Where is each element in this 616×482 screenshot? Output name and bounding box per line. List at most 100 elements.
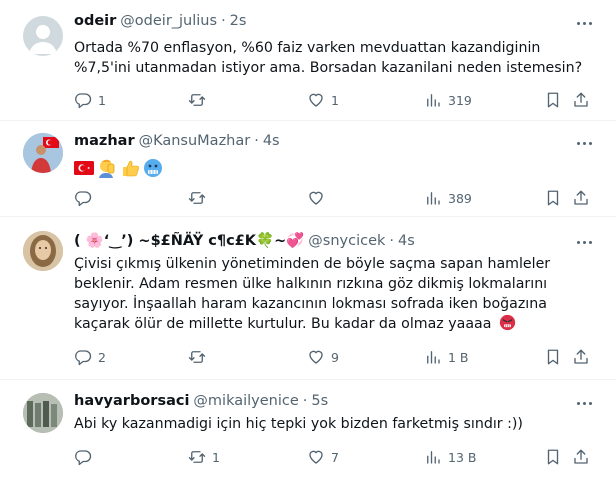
cold-face-icon [144,159,162,177]
more-options-icon[interactable] [574,133,594,153]
display-name[interactable]: ( 🌸‘‿’) ~$£ÑÄŸ c¶c£K🍀~💞 [74,232,304,249]
tweet[interactable]: ( 🌸‘‿’) ~$£ÑÄŸ c¶c£K🍀~💞 @snycicek · 4s Ç… [0,217,616,380]
bookmark-button[interactable] [544,90,562,110]
user-photo-icon [23,133,63,173]
tweet-header: havyarborsaci @mikailyenice · 5s [74,393,328,413]
views-icon [424,448,442,466]
retweet-count: 1 [212,449,220,465]
reply-button[interactable]: 2 [74,347,106,367]
like-icon [307,348,325,366]
separator-dot: · [389,233,395,249]
views-button[interactable]: 13 B [424,447,476,467]
turkey-flag-icon [74,161,94,175]
retweet-icon [188,348,206,366]
bookmark-button[interactable] [544,188,562,208]
views-button[interactable]: 319 [424,90,472,110]
retweet-icon [188,448,206,466]
like-count: 7 [331,449,339,465]
display-name[interactable]: havyarborsaci [74,393,189,409]
tweet-text: Ortada %70 enflasyon, %60 faiz varken me… [74,40,583,76]
avatar[interactable] [23,393,63,433]
tweet-header: ( 🌸‘‿’) ~$£ÑÄŸ c¶c£K🍀~💞 @snycicek · 4s [74,232,415,252]
like-icon [307,189,325,207]
tweet-text: Çivisi çıkmış ülkenin yönetiminden de bö… [74,256,551,332]
tweet-header: odeir @odeir_julius · 2s [74,13,246,33]
views-icon [424,348,442,366]
bookmark-icon [544,189,562,207]
retweet-button[interactable] [188,347,212,367]
user-handle[interactable]: @mikailyenice [193,393,298,409]
views-button[interactable]: 389 [424,188,472,208]
like-button[interactable]: 7 [307,447,339,467]
tweet-header: mazhar @KansuMazhar · 4s [74,133,280,153]
retweet-button[interactable] [188,188,212,208]
separator-dot: · [254,133,259,149]
avatar[interactable] [23,133,63,173]
reply-icon [74,448,92,466]
user-handle[interactable]: @odeir_julius [120,13,217,29]
views-count: 389 [448,190,472,206]
tweet-emoji-row [74,157,594,179]
timestamp[interactable]: 4s [398,233,415,249]
tweet-text: Abi ky kazanmadigi için hiç tepki yok bi… [74,416,523,432]
more-options-icon[interactable] [574,13,594,33]
like-button[interactable] [307,188,331,208]
separator-dot: · [302,393,308,409]
retweet-icon [188,91,206,109]
action-bar: 1 1 319 [74,90,596,110]
display-name[interactable]: odeir [74,13,116,29]
tweet[interactable]: mazhar @KansuMazhar · 4s 389 [0,121,616,217]
like-button[interactable]: 9 [307,347,339,367]
bookmark-button[interactable] [544,347,562,367]
user-photo-icon [23,231,63,271]
user-handle[interactable]: @snycicek [308,233,385,249]
like-icon [307,448,325,466]
thumbs-up-icon [123,160,139,177]
action-bar: 389 [74,188,596,208]
timeline-feed: odeir @odeir_julius · 2s Ortada %70 enfl… [0,0,616,482]
share-button[interactable] [572,188,590,208]
reply-icon [74,189,92,207]
like-count: 9 [331,349,339,365]
more-options-icon[interactable] [574,393,594,413]
share-button[interactable] [572,90,590,110]
avatar[interactable] [23,16,63,56]
share-button[interactable] [572,447,590,467]
more-options-icon[interactable] [574,232,594,252]
reply-count: 2 [98,349,106,365]
reply-button[interactable] [74,447,98,467]
separator-dot: · [221,13,226,29]
retweet-button[interactable] [188,90,212,110]
reply-count: 1 [98,92,106,108]
bookmark-button[interactable] [544,447,562,467]
share-icon [572,348,590,366]
views-count: 1 B [448,349,469,365]
share-icon [572,189,590,207]
angry-face-icon [499,314,516,331]
views-button[interactable]: 1 B [424,347,469,367]
like-count: 1 [331,92,339,108]
tweet-text-block: Çivisi çıkmış ülkenin yönetiminden de bö… [74,254,594,334]
share-icon [572,448,590,466]
tweet[interactable]: odeir @odeir_julius · 2s Ortada %70 enfl… [0,0,616,121]
reply-icon [74,348,92,366]
timestamp[interactable]: 2s [230,13,247,29]
facepalm-icon [99,159,115,178]
retweet-button[interactable]: 1 [188,447,220,467]
bookmark-icon [544,91,562,109]
timestamp[interactable]: 5s [311,393,328,409]
action-bar: 1 7 13 B [74,447,596,467]
user-photo-icon [23,393,63,433]
user-handle[interactable]: @KansuMazhar [139,133,251,149]
views-icon [424,189,442,207]
display-name[interactable]: mazhar [74,133,135,149]
reply-button[interactable]: 1 [74,90,106,110]
like-button[interactable]: 1 [307,90,339,110]
reply-button[interactable] [74,188,98,208]
avatar[interactable] [23,231,63,271]
share-button[interactable] [572,347,590,367]
like-icon [307,91,325,109]
tweet[interactable]: havyarborsaci @mikailyenice · 5s Abi ky … [0,380,616,482]
default-avatar-icon [29,25,57,54]
timestamp[interactable]: 4s [263,133,280,149]
